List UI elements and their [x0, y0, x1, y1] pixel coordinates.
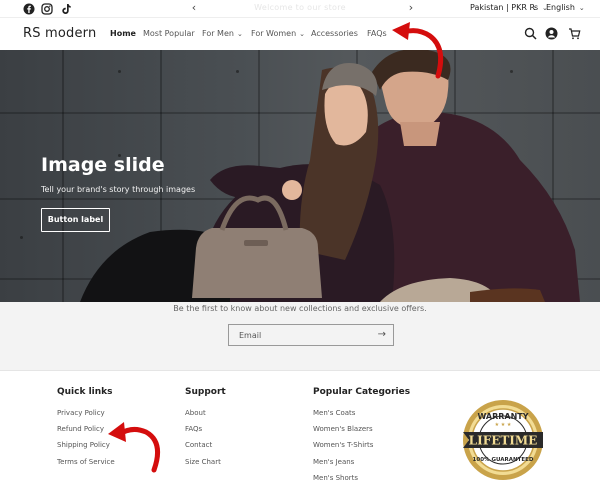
annotation-arrow-faqs [392, 22, 444, 79]
store-logo[interactable]: RS modern [23, 26, 96, 41]
email-field[interactable]: Email → [228, 324, 394, 346]
cart-icon[interactable] [568, 27, 581, 40]
hero-button[interactable]: Button label [41, 208, 110, 232]
footer-title-quick-links: Quick links [57, 387, 113, 397]
nav-for-women[interactable]: For Women ⌄ [251, 29, 305, 38]
instagram-icon[interactable] [41, 3, 53, 15]
country-selector[interactable]: Pakistan | PKR ₨ ⌄ [470, 3, 548, 12]
announcement-next-arrow[interactable]: › [406, 1, 416, 14]
hero-subtitle: Tell your brand's story through images [41, 185, 196, 194]
nav-label: For Women [251, 29, 297, 38]
language-selector[interactable]: English ⌄ [546, 3, 585, 12]
star-icon: ★ ★ ★ [495, 422, 512, 428]
nav-for-men[interactable]: For Men ⌄ [202, 29, 243, 38]
search-icon[interactable] [524, 27, 537, 40]
language-label: English [546, 3, 575, 12]
site-header: RS modern Home Most Popular For Men ⌄ For… [0, 18, 600, 50]
announcement-prev-arrow[interactable]: ‹ [189, 1, 199, 14]
footer-title-popular-categories: Popular Categories [313, 387, 411, 397]
nav-home[interactable]: Home [110, 29, 136, 38]
arrow-right-icon[interactable]: → [378, 329, 386, 340]
account-icon[interactable] [545, 27, 558, 40]
footer-link[interactable]: Women's Blazers [313, 425, 373, 433]
footer-link[interactable]: FAQs [185, 425, 202, 433]
annotation-arrow-refund-policy [108, 422, 161, 473]
facebook-icon[interactable] [23, 3, 35, 15]
badge-guaranteed-text: 100% GUARANTEED [473, 457, 534, 463]
email-placeholder: Email [239, 331, 262, 340]
nav-faqs[interactable]: FAQs [367, 29, 387, 38]
footer-link[interactable]: Size Chart [185, 458, 221, 466]
badge-lifetime-text: LIFETIME [469, 434, 538, 448]
country-label: Pakistan | PKR ₨ [470, 3, 539, 12]
lifetime-warranty-badge: WARRANTY LIFETIME 100% GUARANTEED ★ ★ ★ [463, 400, 543, 480]
nav-accessories[interactable]: Accessories [311, 29, 358, 38]
footer-link[interactable]: Men's Jeans [313, 458, 354, 466]
footer-title-support: Support [185, 387, 226, 397]
newsletter-text: Be the first to know about new collectio… [173, 304, 427, 313]
tiktok-icon[interactable] [60, 3, 72, 15]
footer-link[interactable]: Shipping Policy [57, 441, 110, 449]
hero-photo-couple [80, 50, 580, 302]
footer-link[interactable]: Refund Policy [57, 425, 104, 433]
footer-link[interactable]: Men's Coats [313, 409, 355, 417]
announcement-text: Welcome to our store [254, 3, 346, 12]
newsletter-section: Be the first to know about new collectio… [0, 302, 600, 370]
badge-warranty-text: WARRANTY [477, 412, 528, 421]
nav-label: For Men [202, 29, 234, 38]
footer-link[interactable]: Women's T-Shirts [313, 441, 373, 449]
chevron-down-icon: ⌄ [578, 4, 585, 12]
footer-link[interactable]: Men's Shorts [313, 474, 358, 482]
chevron-down-icon: ⌄ [236, 30, 243, 38]
chevron-down-icon: ⌄ [299, 30, 306, 38]
footer-link[interactable]: Privacy Policy [57, 409, 105, 417]
footer-link[interactable]: Contact [185, 441, 212, 449]
announcement-bar: ‹ Welcome to our store › Pakistan | PKR … [0, 0, 600, 18]
hero-banner: Image slide Tell your brand's story thro… [0, 50, 600, 302]
footer-link[interactable]: About [185, 409, 206, 417]
nav-most-popular[interactable]: Most Popular [143, 29, 195, 38]
hero-title: Image slide [41, 154, 165, 176]
